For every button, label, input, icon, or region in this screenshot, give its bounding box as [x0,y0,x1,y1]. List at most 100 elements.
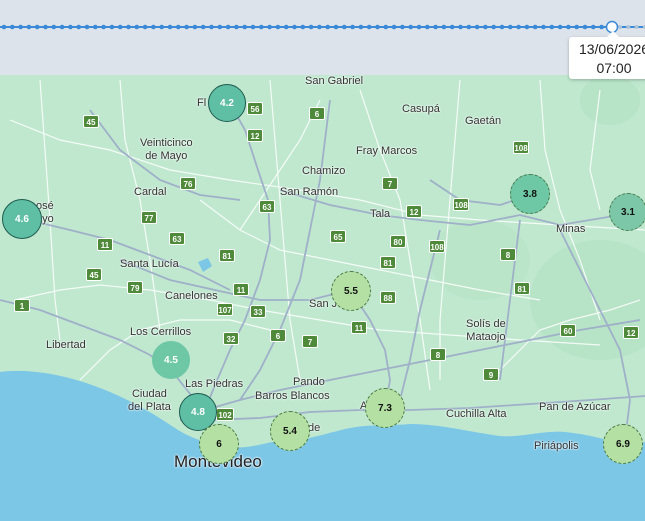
time-step-dot[interactable] [142,24,148,30]
place-label: San Gabriel [305,75,364,87]
value-marker-san-jose[interactable]: 4.6 [2,199,42,239]
time-step-dot[interactable] [333,24,339,30]
time-step-dot[interactable] [76,24,81,30]
time-step-dot[interactable] [466,24,472,30]
time-label-tooltip: 13/06/2026 07:00 [569,31,645,79]
time-step-dot[interactable] [342,24,347,30]
time-step-dot[interactable] [375,24,380,30]
time-step-dot[interactable] [68,24,73,30]
value-marker-los-cerrillos[interactable]: 4.5 [152,341,190,379]
time-step-dot[interactable] [259,24,264,30]
time-step-dot[interactable] [51,24,57,30]
time-step-dot[interactable] [192,24,198,30]
time-step-dot[interactable] [117,24,123,30]
time-step-dot[interactable] [275,24,281,30]
time-step-dot[interactable] [300,24,306,30]
route-shield: 65 [330,230,346,243]
time-step-dot[interactable] [557,24,563,30]
place-label: Ciudad del Plata [128,388,171,413]
time-step-dot[interactable] [234,24,239,30]
time-step-dot[interactable] [541,24,546,30]
time-step-dot[interactable] [292,24,297,30]
time-step-dot[interactable] [217,24,223,30]
time-step-dot[interactable] [242,24,247,30]
time-step-dot[interactable] [176,24,181,30]
value-marker-piriapolis[interactable]: 6.9 [603,424,643,464]
time-step-dot[interactable] [134,24,140,30]
time-step-dot-future[interactable] [618,25,622,29]
value-marker-east[interactable]: 3.8 [510,174,550,214]
time-step-dot[interactable] [391,24,397,30]
time-step-dot[interactable] [34,24,40,30]
value-marker-minas[interactable]: 3.1 [609,193,645,231]
route-shield: 32 [223,332,239,345]
value-marker-atlantida[interactable]: 7.3 [365,388,405,428]
time-step-dot[interactable] [1,24,7,30]
route-shield: 63 [169,232,185,245]
time-step-dot[interactable] [483,24,488,30]
time-step-dot[interactable] [59,24,65,30]
time-step-dot[interactable] [93,24,98,30]
time-step-dot[interactable] [109,24,115,30]
time-step-dot[interactable] [350,24,355,30]
time-step-dot[interactable] [317,24,322,30]
time-step-dot[interactable] [524,24,530,30]
time-step-dot[interactable] [283,24,289,30]
time-step-dot[interactable] [308,24,314,30]
time-step-dot[interactable] [267,24,272,30]
time-step-dot[interactable] [566,24,571,30]
time-step-dot[interactable] [358,24,364,30]
time-step-dot[interactable] [167,24,173,30]
time-step-dot[interactable] [574,24,579,30]
time-step-dot[interactable] [425,24,430,30]
time-step-dot[interactable] [43,24,48,30]
time-step-dot[interactable] [159,24,164,30]
time-slider-track[interactable] [0,0,645,40]
time-step-dot[interactable] [549,24,555,30]
time-step-dot[interactable] [491,24,497,30]
time-step-dot[interactable] [325,24,331,30]
time-step-dot-future[interactable] [634,25,639,29]
time-step-dot[interactable] [474,24,480,30]
time-step-dot[interactable] [408,24,414,30]
time-step-dot[interactable] [591,24,596,30]
time-step-dot[interactable] [516,24,521,30]
time-step-dot[interactable] [209,24,214,30]
route-shield: 33 [250,305,266,318]
value-marker-san-jacinto[interactable]: 5.5 [331,271,371,311]
place-label: Barros Blancos [255,390,330,402]
time-step-dot[interactable] [184,24,189,30]
time-step-dot[interactable] [400,24,405,30]
time-step-dot[interactable] [449,24,455,30]
place-label: Fray Marcos [356,145,418,157]
value-marker-montevideo[interactable]: 6 [199,424,239,464]
time-step-dot[interactable] [458,24,463,30]
time-step-dot[interactable] [383,24,389,30]
value-marker-florida[interactable]: 4.2 [208,84,246,122]
time-step-dot[interactable] [499,24,505,30]
time-step-dot[interactable] [84,24,90,30]
time-step-dot-future[interactable] [626,25,631,29]
time-step-dot[interactable] [532,24,538,30]
time-step-dot[interactable] [250,24,256,30]
time-step-dot[interactable] [10,24,15,30]
place-label: Fl [197,97,207,109]
time-step-dot[interactable] [225,24,231,30]
time-step-dot[interactable] [441,24,447,30]
time-step-dot[interactable] [366,24,372,30]
place-label: Tala [370,208,391,220]
route-shield: 81 [514,282,530,295]
time-step-dot[interactable] [416,24,422,30]
time-step-dot[interactable] [26,24,32,30]
time-step-dot[interactable] [126,24,131,30]
time-step-dot[interactable] [18,24,23,30]
time-step-dot[interactable] [200,24,206,30]
time-step-dot[interactable] [599,24,604,30]
time-step-dot[interactable] [151,24,156,30]
time-step-dot[interactable] [101,24,106,30]
time-step-dot[interactable] [433,24,438,30]
time-step-dot[interactable] [508,24,513,30]
value-marker-barros-blancos[interactable]: 5.4 [270,411,310,451]
route-shield: 81 [380,256,396,269]
time-step-dot[interactable] [582,24,588,30]
